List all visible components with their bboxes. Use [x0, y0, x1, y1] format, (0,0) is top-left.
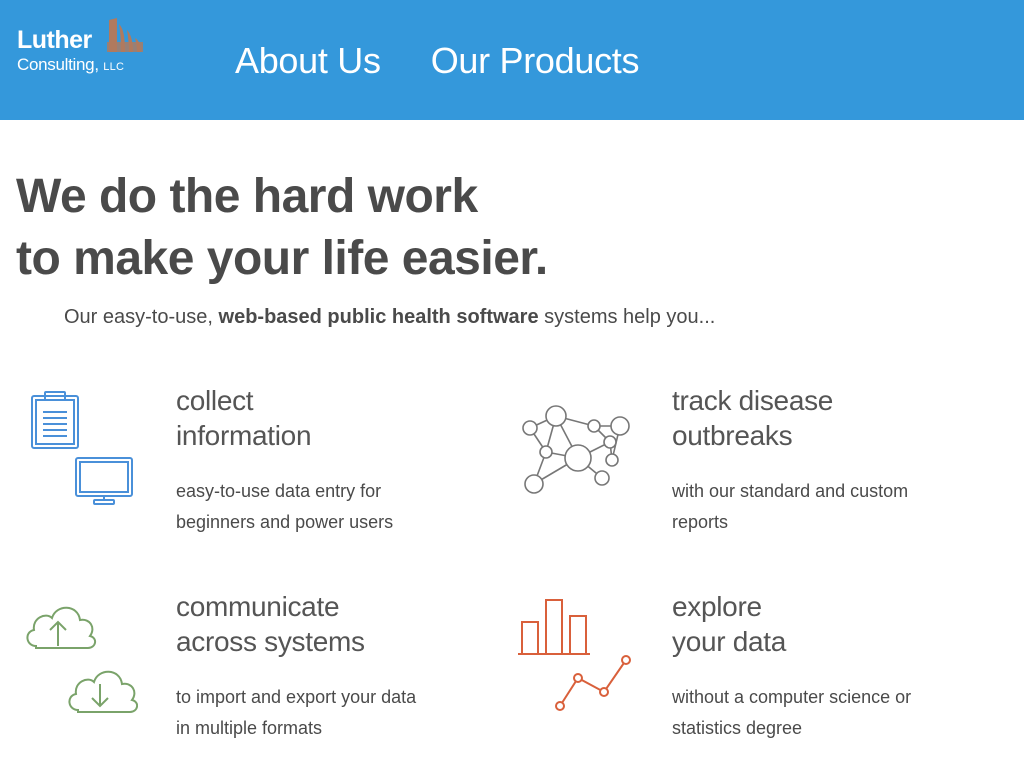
feature-title-line1: explore	[672, 591, 762, 622]
feature-desc-line1: without a computer science or	[672, 687, 912, 707]
feature-title-line1: communicate	[176, 591, 340, 622]
feature-description: with our standard and custom reports	[672, 476, 992, 538]
bar-line-chart-icon	[518, 599, 631, 711]
clipboard-monitor-icon	[31, 391, 133, 505]
feature-desc-line2: statistics degree	[672, 718, 803, 738]
hero-headline: We do the hard work to make your life ea…	[16, 166, 548, 290]
feature-title-line1: track disease	[672, 385, 834, 416]
feature-title-line2: your data	[672, 626, 787, 657]
feature-desc-line1: easy-to-use data entry for	[176, 481, 382, 501]
site-header: Luther Consulting, LLC About Us Our Prod…	[0, 0, 1024, 120]
feature-desc-line2: reports	[672, 512, 729, 532]
network-icon	[522, 405, 630, 494]
feature-title: collect information	[176, 383, 496, 453]
feature-title-line2: outbreaks	[672, 420, 793, 451]
feature-title-line1: collect	[176, 385, 254, 416]
logo-text-llc: LLC	[103, 61, 125, 73]
feature-explore-your-data: explore your data without a computer sci…	[672, 589, 992, 744]
hero-headline-line2: to make your life easier.	[16, 232, 548, 285]
nav-about-us[interactable]: About Us	[235, 40, 381, 82]
cloud-upload-download-icon	[26, 606, 138, 713]
feature-desc-line2: in multiple formats	[176, 718, 323, 738]
feature-desc-line2: beginners and power users	[176, 512, 394, 532]
feature-title: track disease outbreaks	[672, 383, 992, 453]
feature-description: to import and export your data in multip…	[176, 682, 496, 744]
main-nav: About Us Our Products	[235, 40, 639, 82]
feature-desc-line1: to import and export your data	[176, 687, 417, 707]
feature-desc-line1: with our standard and custom	[672, 481, 909, 501]
feature-title: explore your data	[672, 589, 992, 659]
logo-mark-icon	[107, 18, 143, 52]
luther-consulting-logo[interactable]: Luther Consulting, LLC	[17, 16, 147, 80]
nav-our-products[interactable]: Our Products	[431, 40, 640, 82]
feature-collect-information: collect information easy-to-use data ent…	[176, 383, 496, 538]
logo-text-consulting: Consulting, LLC	[17, 56, 124, 73]
feature-track-disease-outbreaks: track disease outbreaks with our standar…	[672, 383, 992, 538]
feature-title: communicate across systems	[176, 589, 496, 659]
hero-headline-line1: We do the hard work	[16, 170, 478, 223]
intro-text-bold: web-based public health software	[218, 306, 539, 328]
feature-title-line2: across systems	[176, 626, 365, 657]
logo-text-luther: Luther	[17, 26, 92, 54]
feature-title-line2: information	[176, 420, 312, 451]
intro-text-before: Our easy-to-use,	[64, 306, 219, 328]
hero-intro: Our easy-to-use, web-based public health…	[64, 306, 715, 329]
intro-text-after: systems help you...	[538, 306, 716, 328]
logo-text-consulting-word: Consulting,	[17, 55, 99, 74]
feature-description: easy-to-use data entry for beginners and…	[176, 476, 496, 538]
feature-communicate-across-systems: communicate across systems to import and…	[176, 589, 496, 744]
feature-description: without a computer science or statistics…	[672, 682, 992, 744]
